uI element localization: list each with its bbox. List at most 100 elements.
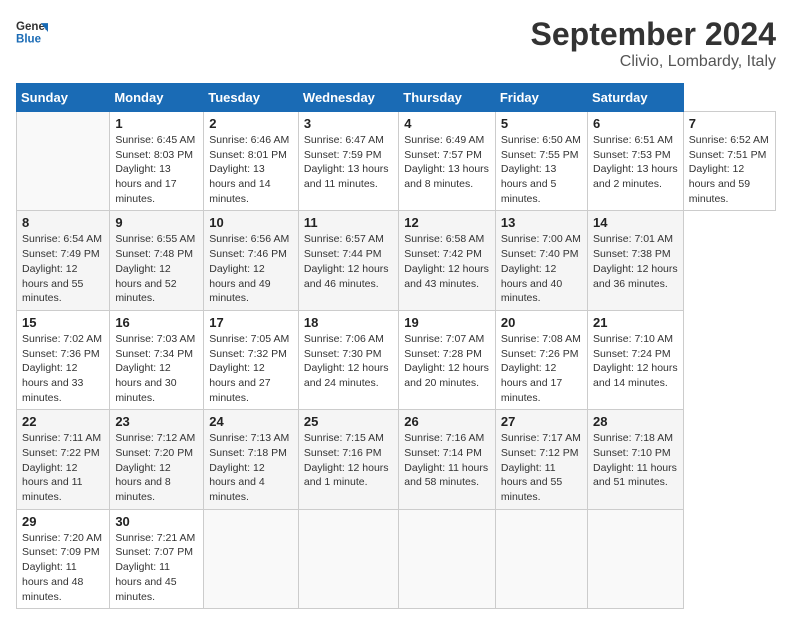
calendar-week-row: 22 Sunrise: 7:11 AMSunset: 7:22 PMDaylig… bbox=[17, 410, 776, 509]
day-number: 14 bbox=[593, 215, 678, 230]
calendar-cell: 21 Sunrise: 7:10 AMSunset: 7:24 PMDaylig… bbox=[588, 310, 684, 409]
day-number: 12 bbox=[404, 215, 490, 230]
day-number: 25 bbox=[304, 414, 393, 429]
day-info: Sunrise: 6:50 AMSunset: 7:55 PMDaylight:… bbox=[501, 133, 582, 206]
day-info: Sunrise: 7:10 AMSunset: 7:24 PMDaylight:… bbox=[593, 332, 678, 391]
title-block: September 2024 Clivio, Lombardy, Italy bbox=[531, 16, 776, 71]
calendar-week-row: 8 Sunrise: 6:54 AMSunset: 7:49 PMDayligh… bbox=[17, 211, 776, 310]
day-info: Sunrise: 7:20 AMSunset: 7:09 PMDaylight:… bbox=[22, 531, 104, 604]
day-info: Sunrise: 7:13 AMSunset: 7:18 PMDaylight:… bbox=[209, 431, 293, 504]
calendar-cell bbox=[588, 509, 684, 608]
calendar-cell: 9 Sunrise: 6:55 AMSunset: 7:48 PMDayligh… bbox=[110, 211, 204, 310]
calendar-cell: 17 Sunrise: 7:05 AMSunset: 7:32 PMDaylig… bbox=[204, 310, 299, 409]
calendar-week-row: 1 Sunrise: 6:45 AMSunset: 8:03 PMDayligh… bbox=[17, 112, 776, 211]
calendar-cell: 6 Sunrise: 6:51 AMSunset: 7:53 PMDayligh… bbox=[588, 112, 684, 211]
day-info: Sunrise: 6:52 AMSunset: 7:51 PMDaylight:… bbox=[689, 133, 770, 206]
day-info: Sunrise: 7:08 AMSunset: 7:26 PMDaylight:… bbox=[501, 332, 582, 405]
calendar-header-row: SundayMondayTuesdayWednesdayThursdayFrid… bbox=[17, 84, 776, 112]
day-number: 3 bbox=[304, 116, 393, 131]
day-number: 21 bbox=[593, 315, 678, 330]
day-info: Sunrise: 7:07 AMSunset: 7:28 PMDaylight:… bbox=[404, 332, 490, 391]
location-title: Clivio, Lombardy, Italy bbox=[531, 53, 776, 71]
day-info: Sunrise: 7:17 AMSunset: 7:12 PMDaylight:… bbox=[501, 431, 582, 504]
day-info: Sunrise: 7:16 AMSunset: 7:14 PMDaylight:… bbox=[404, 431, 490, 490]
day-info: Sunrise: 6:58 AMSunset: 7:42 PMDaylight:… bbox=[404, 232, 490, 291]
day-info: Sunrise: 6:47 AMSunset: 7:59 PMDaylight:… bbox=[304, 133, 393, 192]
calendar-cell: 20 Sunrise: 7:08 AMSunset: 7:26 PMDaylig… bbox=[495, 310, 587, 409]
calendar-cell: 1 Sunrise: 6:45 AMSunset: 8:03 PMDayligh… bbox=[110, 112, 204, 211]
day-header-saturday: Saturday bbox=[588, 84, 684, 112]
day-number: 10 bbox=[209, 215, 293, 230]
calendar-week-row: 15 Sunrise: 7:02 AMSunset: 7:36 PMDaylig… bbox=[17, 310, 776, 409]
day-info: Sunrise: 6:54 AMSunset: 7:49 PMDaylight:… bbox=[22, 232, 104, 305]
day-info: Sunrise: 7:01 AMSunset: 7:38 PMDaylight:… bbox=[593, 232, 678, 291]
day-header-thursday: Thursday bbox=[399, 84, 496, 112]
svg-text:General: General bbox=[16, 21, 48, 33]
calendar-cell: 14 Sunrise: 7:01 AMSunset: 7:38 PMDaylig… bbox=[588, 211, 684, 310]
svg-text:Blue: Blue bbox=[16, 34, 42, 46]
day-number: 26 bbox=[404, 414, 490, 429]
day-info: Sunrise: 7:21 AMSunset: 7:07 PMDaylight:… bbox=[115, 531, 198, 604]
logo: General Blue bbox=[16, 16, 48, 48]
calendar-cell: 4 Sunrise: 6:49 AMSunset: 7:57 PMDayligh… bbox=[399, 112, 496, 211]
day-info: Sunrise: 6:55 AMSunset: 7:48 PMDaylight:… bbox=[115, 232, 198, 305]
day-number: 24 bbox=[209, 414, 293, 429]
day-info: Sunrise: 6:51 AMSunset: 7:53 PMDaylight:… bbox=[593, 133, 678, 192]
calendar-cell bbox=[399, 509, 496, 608]
day-number: 4 bbox=[404, 116, 490, 131]
calendar-cell: 28 Sunrise: 7:18 AMSunset: 7:10 PMDaylig… bbox=[588, 410, 684, 509]
day-header-tuesday: Tuesday bbox=[204, 84, 299, 112]
calendar-cell: 12 Sunrise: 6:58 AMSunset: 7:42 PMDaylig… bbox=[399, 211, 496, 310]
day-number: 20 bbox=[501, 315, 582, 330]
day-info: Sunrise: 6:57 AMSunset: 7:44 PMDaylight:… bbox=[304, 232, 393, 291]
calendar-cell: 2 Sunrise: 6:46 AMSunset: 8:01 PMDayligh… bbox=[204, 112, 299, 211]
calendar-cell: 18 Sunrise: 7:06 AMSunset: 7:30 PMDaylig… bbox=[298, 310, 398, 409]
calendar-cell: 10 Sunrise: 6:56 AMSunset: 7:46 PMDaylig… bbox=[204, 211, 299, 310]
day-info: Sunrise: 7:15 AMSunset: 7:16 PMDaylight:… bbox=[304, 431, 393, 490]
day-info: Sunrise: 7:05 AMSunset: 7:32 PMDaylight:… bbox=[209, 332, 293, 405]
day-info: Sunrise: 7:03 AMSunset: 7:34 PMDaylight:… bbox=[115, 332, 198, 405]
day-number: 13 bbox=[501, 215, 582, 230]
day-number: 8 bbox=[22, 215, 104, 230]
day-number: 17 bbox=[209, 315, 293, 330]
calendar-cell: 19 Sunrise: 7:07 AMSunset: 7:28 PMDaylig… bbox=[399, 310, 496, 409]
logo-icon: General Blue bbox=[16, 16, 48, 48]
calendar-cell: 24 Sunrise: 7:13 AMSunset: 7:18 PMDaylig… bbox=[204, 410, 299, 509]
day-info: Sunrise: 7:02 AMSunset: 7:36 PMDaylight:… bbox=[22, 332, 104, 405]
day-header-wednesday: Wednesday bbox=[298, 84, 398, 112]
calendar-cell bbox=[17, 112, 110, 211]
calendar-cell: 15 Sunrise: 7:02 AMSunset: 7:36 PMDaylig… bbox=[17, 310, 110, 409]
day-info: Sunrise: 6:49 AMSunset: 7:57 PMDaylight:… bbox=[404, 133, 490, 192]
calendar-cell: 16 Sunrise: 7:03 AMSunset: 7:34 PMDaylig… bbox=[110, 310, 204, 409]
day-number: 9 bbox=[115, 215, 198, 230]
calendar-cell: 23 Sunrise: 7:12 AMSunset: 7:20 PMDaylig… bbox=[110, 410, 204, 509]
day-number: 5 bbox=[501, 116, 582, 131]
day-info: Sunrise: 7:12 AMSunset: 7:20 PMDaylight:… bbox=[115, 431, 198, 504]
day-number: 2 bbox=[209, 116, 293, 131]
calendar-cell: 29 Sunrise: 7:20 AMSunset: 7:09 PMDaylig… bbox=[17, 509, 110, 608]
day-number: 27 bbox=[501, 414, 582, 429]
calendar-cell: 5 Sunrise: 6:50 AMSunset: 7:55 PMDayligh… bbox=[495, 112, 587, 211]
calendar-cell bbox=[298, 509, 398, 608]
day-number: 18 bbox=[304, 315, 393, 330]
page-header: General Blue September 2024 Clivio, Lomb… bbox=[16, 16, 776, 71]
calendar-table: SundayMondayTuesdayWednesdayThursdayFrid… bbox=[16, 83, 776, 609]
day-number: 7 bbox=[689, 116, 770, 131]
calendar-cell: 3 Sunrise: 6:47 AMSunset: 7:59 PMDayligh… bbox=[298, 112, 398, 211]
day-header-sunday: Sunday bbox=[17, 84, 110, 112]
day-number: 1 bbox=[115, 116, 198, 131]
month-title: September 2024 bbox=[531, 16, 776, 53]
day-number: 30 bbox=[115, 514, 198, 529]
calendar-cell: 26 Sunrise: 7:16 AMSunset: 7:14 PMDaylig… bbox=[399, 410, 496, 509]
calendar-cell: 13 Sunrise: 7:00 AMSunset: 7:40 PMDaylig… bbox=[495, 211, 587, 310]
calendar-week-row: 29 Sunrise: 7:20 AMSunset: 7:09 PMDaylig… bbox=[17, 509, 776, 608]
calendar-cell: 25 Sunrise: 7:15 AMSunset: 7:16 PMDaylig… bbox=[298, 410, 398, 509]
calendar-cell: 30 Sunrise: 7:21 AMSunset: 7:07 PMDaylig… bbox=[110, 509, 204, 608]
day-info: Sunrise: 7:11 AMSunset: 7:22 PMDaylight:… bbox=[22, 431, 104, 504]
calendar-cell: 22 Sunrise: 7:11 AMSunset: 7:22 PMDaylig… bbox=[17, 410, 110, 509]
calendar-cell: 7 Sunrise: 6:52 AMSunset: 7:51 PMDayligh… bbox=[683, 112, 775, 211]
day-number: 6 bbox=[593, 116, 678, 131]
day-info: Sunrise: 7:18 AMSunset: 7:10 PMDaylight:… bbox=[593, 431, 678, 490]
day-info: Sunrise: 6:56 AMSunset: 7:46 PMDaylight:… bbox=[209, 232, 293, 305]
day-info: Sunrise: 6:45 AMSunset: 8:03 PMDaylight:… bbox=[115, 133, 198, 206]
